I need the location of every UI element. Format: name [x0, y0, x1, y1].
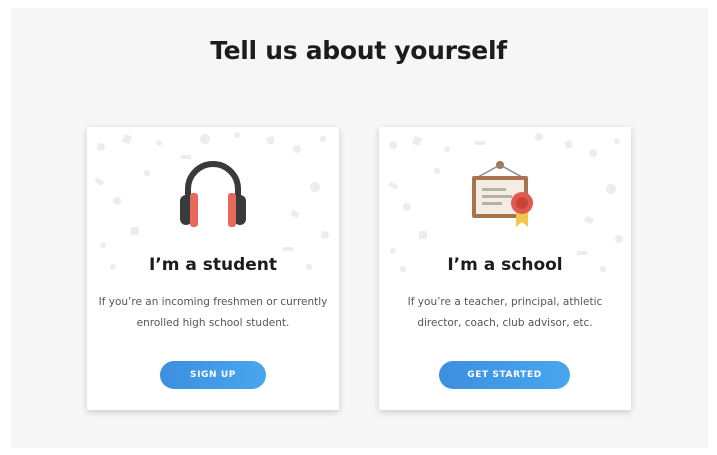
card-description: If you’re an incoming freshmen or curren… — [98, 296, 328, 329]
headphones-icon — [180, 161, 246, 227]
student-card[interactable]: I’m a student If you’re an incoming fres… — [87, 127, 339, 410]
card-title: I’m a student — [148, 255, 278, 275]
card-title: I’m a school — [447, 255, 563, 275]
sign-up-button[interactable]: SIGN UP — [160, 361, 266, 389]
certificate-icon — [472, 161, 533, 227]
card-description: If you’re a teacher, principal, athletic… — [407, 296, 603, 329]
school-card[interactable]: I’m a school If you’re a teacher, princi… — [379, 127, 631, 410]
page-title: Tell us about yourself — [210, 36, 507, 65]
get-started-button[interactable]: GET STARTED — [439, 361, 570, 389]
